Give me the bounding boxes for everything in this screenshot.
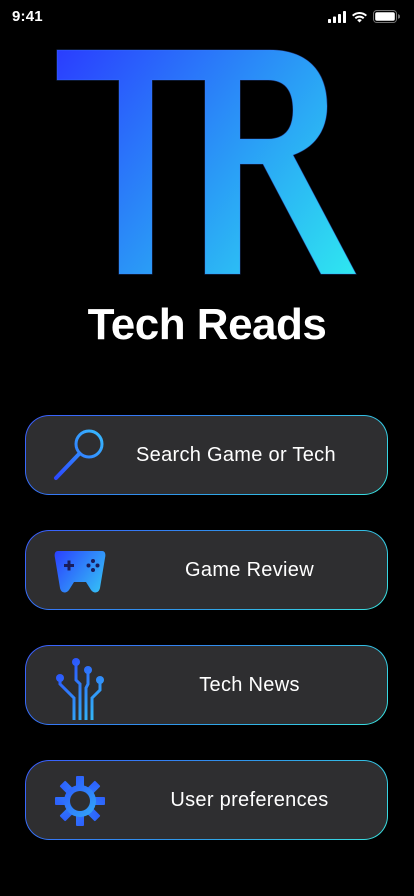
search-button-label: Search Game or Tech	[136, 443, 336, 466]
game-review-button[interactable]: Game Review	[25, 530, 388, 610]
app-title: Tech Reads	[87, 300, 327, 349]
status-bar: 9:41	[0, 0, 414, 34]
tr-logo	[56, 49, 357, 275]
magnifier-icon	[54, 429, 104, 480]
wifi-icon	[352, 11, 367, 22]
gear-icon	[55, 776, 105, 826]
search-button[interactable]: Search Game or Tech	[25, 415, 388, 495]
tech-news-button[interactable]: Tech News	[25, 645, 388, 725]
circuit-icon	[56, 658, 104, 720]
battery-icon	[373, 10, 400, 23]
tech-news-button-label: Tech News	[199, 673, 300, 696]
status-icons	[328, 10, 400, 23]
user-preferences-button-label: User preferences	[170, 788, 329, 811]
game-review-button-label: Game Review	[185, 558, 314, 581]
gamepad-icon	[54, 551, 106, 593]
user-preferences-button[interactable]: User preferences	[25, 760, 388, 840]
status-time: 9:41	[12, 8, 43, 25]
signal-icon	[328, 10, 346, 23]
